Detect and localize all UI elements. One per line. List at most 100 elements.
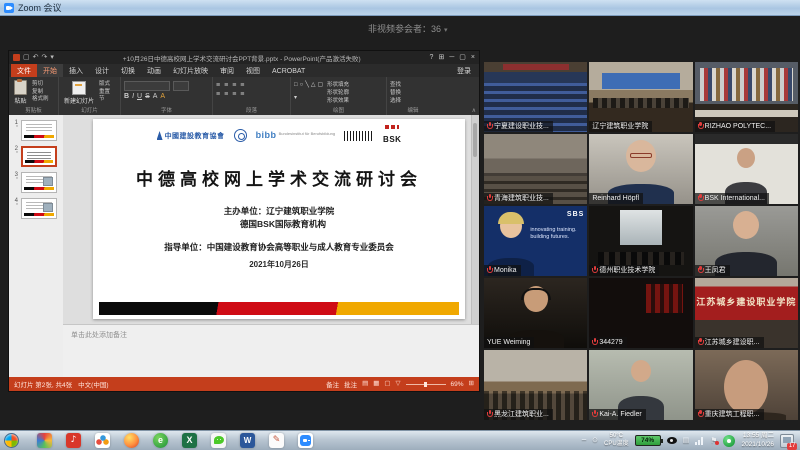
participant-tile[interactable]: YUE Weiming (484, 278, 587, 348)
participant-tile[interactable]: 青海建筑职业技... (484, 134, 587, 204)
undo-icon[interactable]: ↶ (33, 54, 39, 61)
word-icon[interactable] (240, 433, 255, 448)
reading-view-icon[interactable]: ▢ (384, 381, 390, 388)
participant-tile[interactable]: SBSinnovating training. building futures… (484, 206, 587, 276)
quick-access-toolbar[interactable]: ▢ ↶ ↷ ▾ (13, 54, 54, 61)
shape-outline-button[interactable]: 形状轮廓 (327, 90, 349, 98)
collapse-ribbon-icon[interactable]: ∧ (472, 107, 476, 114)
fit-slide-icon[interactable]: ⊞ (469, 381, 474, 388)
zoom-app-icon[interactable] (298, 433, 313, 448)
copy-button[interactable]: 复制 (32, 89, 49, 96)
text-shadow-button[interactable]: A (153, 93, 158, 100)
netease-music-icon[interactable] (66, 433, 81, 448)
new-slide-button[interactable]: 新建幻灯片 (62, 79, 96, 106)
restore-icon[interactable]: ▢ (459, 54, 466, 61)
participant-tile[interactable]: 黑龙江建筑职业... (484, 350, 587, 420)
app-colorful-icon[interactable] (37, 433, 52, 448)
participant-tile[interactable]: RIZHAO POLYTEC... (695, 62, 798, 132)
slide-scrollbar[interactable] (471, 115, 479, 325)
ppt-tab-设计[interactable]: 设计 (89, 64, 115, 77)
select-button[interactable]: 选择 (390, 98, 401, 106)
align-center-button[interactable]: ≡ (224, 91, 228, 98)
align-right-button[interactable]: ≡ (232, 91, 236, 98)
ppt-tab-幻灯片放映[interactable]: 幻灯片放映 (167, 64, 214, 77)
strikethrough-button[interactable]: S (145, 93, 150, 100)
ribbon-options-icon[interactable]: ⊞ (438, 54, 444, 61)
ppt-tab-审阅[interactable]: 审阅 (214, 64, 240, 77)
thumbnail-row[interactable]: 4* (13, 198, 60, 219)
bold-button[interactable]: B (124, 93, 129, 100)
start-button[interactable] (4, 433, 19, 448)
minimize-icon[interactable]: ─ (449, 54, 454, 61)
nonvideo-participants-label[interactable]: 非视频参会者：36▾ (368, 22, 448, 35)
app-circles-icon[interactable] (95, 433, 110, 448)
ppt-tab-插入[interactable]: 插入 (63, 64, 89, 77)
participant-tile[interactable]: 辽宁建筑职业学院 (589, 62, 692, 132)
find-button[interactable]: 查找 (390, 82, 401, 90)
battery-indicator[interactable]: 74% (635, 435, 661, 446)
thumbnail-row[interactable]: 2* (13, 146, 60, 167)
normal-view-icon[interactable]: ▤ (362, 381, 368, 388)
shape-circle-icon[interactable]: ○ (300, 82, 304, 93)
cpu-temp-indicator[interactable]: 50°C CPU温度 (604, 433, 629, 448)
notification-count-icon[interactable]: 17 (780, 434, 794, 448)
ppt-tab-视图[interactable]: 视图 (240, 64, 266, 77)
section-button[interactable]: 节 (99, 96, 110, 103)
slideshow-view-icon[interactable]: ▽ (396, 381, 401, 388)
participant-tile[interactable]: Kai-A. Fiedler (589, 350, 692, 420)
slide-thumbnail[interactable] (21, 172, 57, 193)
paste-button[interactable]: 粘贴 (12, 79, 29, 106)
participant-tile[interactable]: 重庆建筑工程职... (695, 350, 798, 420)
numbering-button[interactable]: ≡ (224, 82, 228, 89)
reset-button[interactable]: 重置 (99, 89, 110, 96)
notes-toggle-button[interactable]: 备注 (326, 379, 339, 389)
wechat-icon[interactable] (211, 433, 226, 448)
font-name-select[interactable] (124, 81, 170, 91)
underline-button[interactable]: U (137, 93, 142, 100)
redo-icon[interactable]: ↷ (42, 54, 48, 61)
ppt-tab-ACROBAT[interactable]: ACROBAT (266, 64, 311, 77)
participant-tile[interactable]: 德州职业技术学院 (589, 206, 692, 276)
slide-canvas[interactable]: 中國建設教育協會 bibb Bundesinstitut für Berufsb… (93, 119, 465, 319)
comments-toggle-button[interactable]: 批注 (344, 379, 357, 389)
participant-tile[interactable]: BSK International... (695, 134, 798, 204)
slide-thumbnail[interactable] (21, 146, 57, 167)
participant-tile[interactable]: 宁夏建设职业技... (484, 62, 587, 132)
hidden-icons-arrow[interactable]: ─ (582, 437, 586, 444)
slide-edit-area[interactable]: 中國建設教育協會 bibb Bundesinstitut für Berufsb… (63, 115, 479, 325)
font-size-select[interactable] (173, 81, 189, 91)
participant-tile[interactable]: 江苏城乡建设职业学院江苏城乡建设职... (695, 278, 798, 348)
shape-rect-icon[interactable]: □ (294, 82, 298, 93)
ppt-tab-切换[interactable]: 切换 (115, 64, 141, 77)
help-icon[interactable]: ? (430, 54, 434, 61)
layout-button[interactable]: 版式 (99, 81, 110, 88)
shape-fill-button[interactable]: 形状填充 (327, 82, 349, 90)
italic-button[interactable]: I (132, 93, 134, 100)
bluetooth-icon[interactable]: ⊙ (592, 437, 598, 444)
status-ball-icon[interactable] (723, 435, 735, 447)
text-direction-button[interactable]: ≡ (240, 91, 244, 98)
zoom-slider[interactable] (406, 384, 446, 385)
slide-thumbnail[interactable] (21, 120, 57, 141)
shape-effects-button[interactable]: 形状效果 (327, 98, 349, 106)
shape-arrow-icon[interactable]: △ (311, 82, 316, 93)
excel-icon[interactable] (182, 433, 197, 448)
language-indicator[interactable]: 中文(中国) (78, 379, 108, 389)
firefox-icon[interactable] (124, 433, 139, 448)
replace-button[interactable]: 替换 (390, 90, 401, 98)
notes-pane[interactable]: 单击此处添加备注 (63, 324, 479, 377)
line-spacing-button[interactable]: ≡ (240, 82, 244, 89)
format-painter-button[interactable]: 格式刷 (32, 96, 49, 103)
power-icon[interactable] (667, 437, 677, 444)
shape-rect2-icon[interactable]: ▢ (318, 82, 324, 93)
close-icon[interactable]: × (471, 54, 475, 61)
ppt-tab-开始[interactable]: 开始 (37, 64, 63, 77)
shape-more-icon[interactable]: ▾ (294, 95, 297, 106)
font-color-button[interactable]: A (160, 93, 165, 100)
thumbnail-row[interactable]: 3* (13, 172, 60, 193)
participant-tile[interactable]: 344279 (589, 278, 692, 348)
save-icon[interactable]: ▢ (23, 54, 30, 61)
bullets-button[interactable]: ≡ (216, 82, 220, 89)
ppt-tab-文件[interactable]: 文件 (11, 64, 37, 77)
zoom-level[interactable]: 69% (451, 381, 464, 388)
